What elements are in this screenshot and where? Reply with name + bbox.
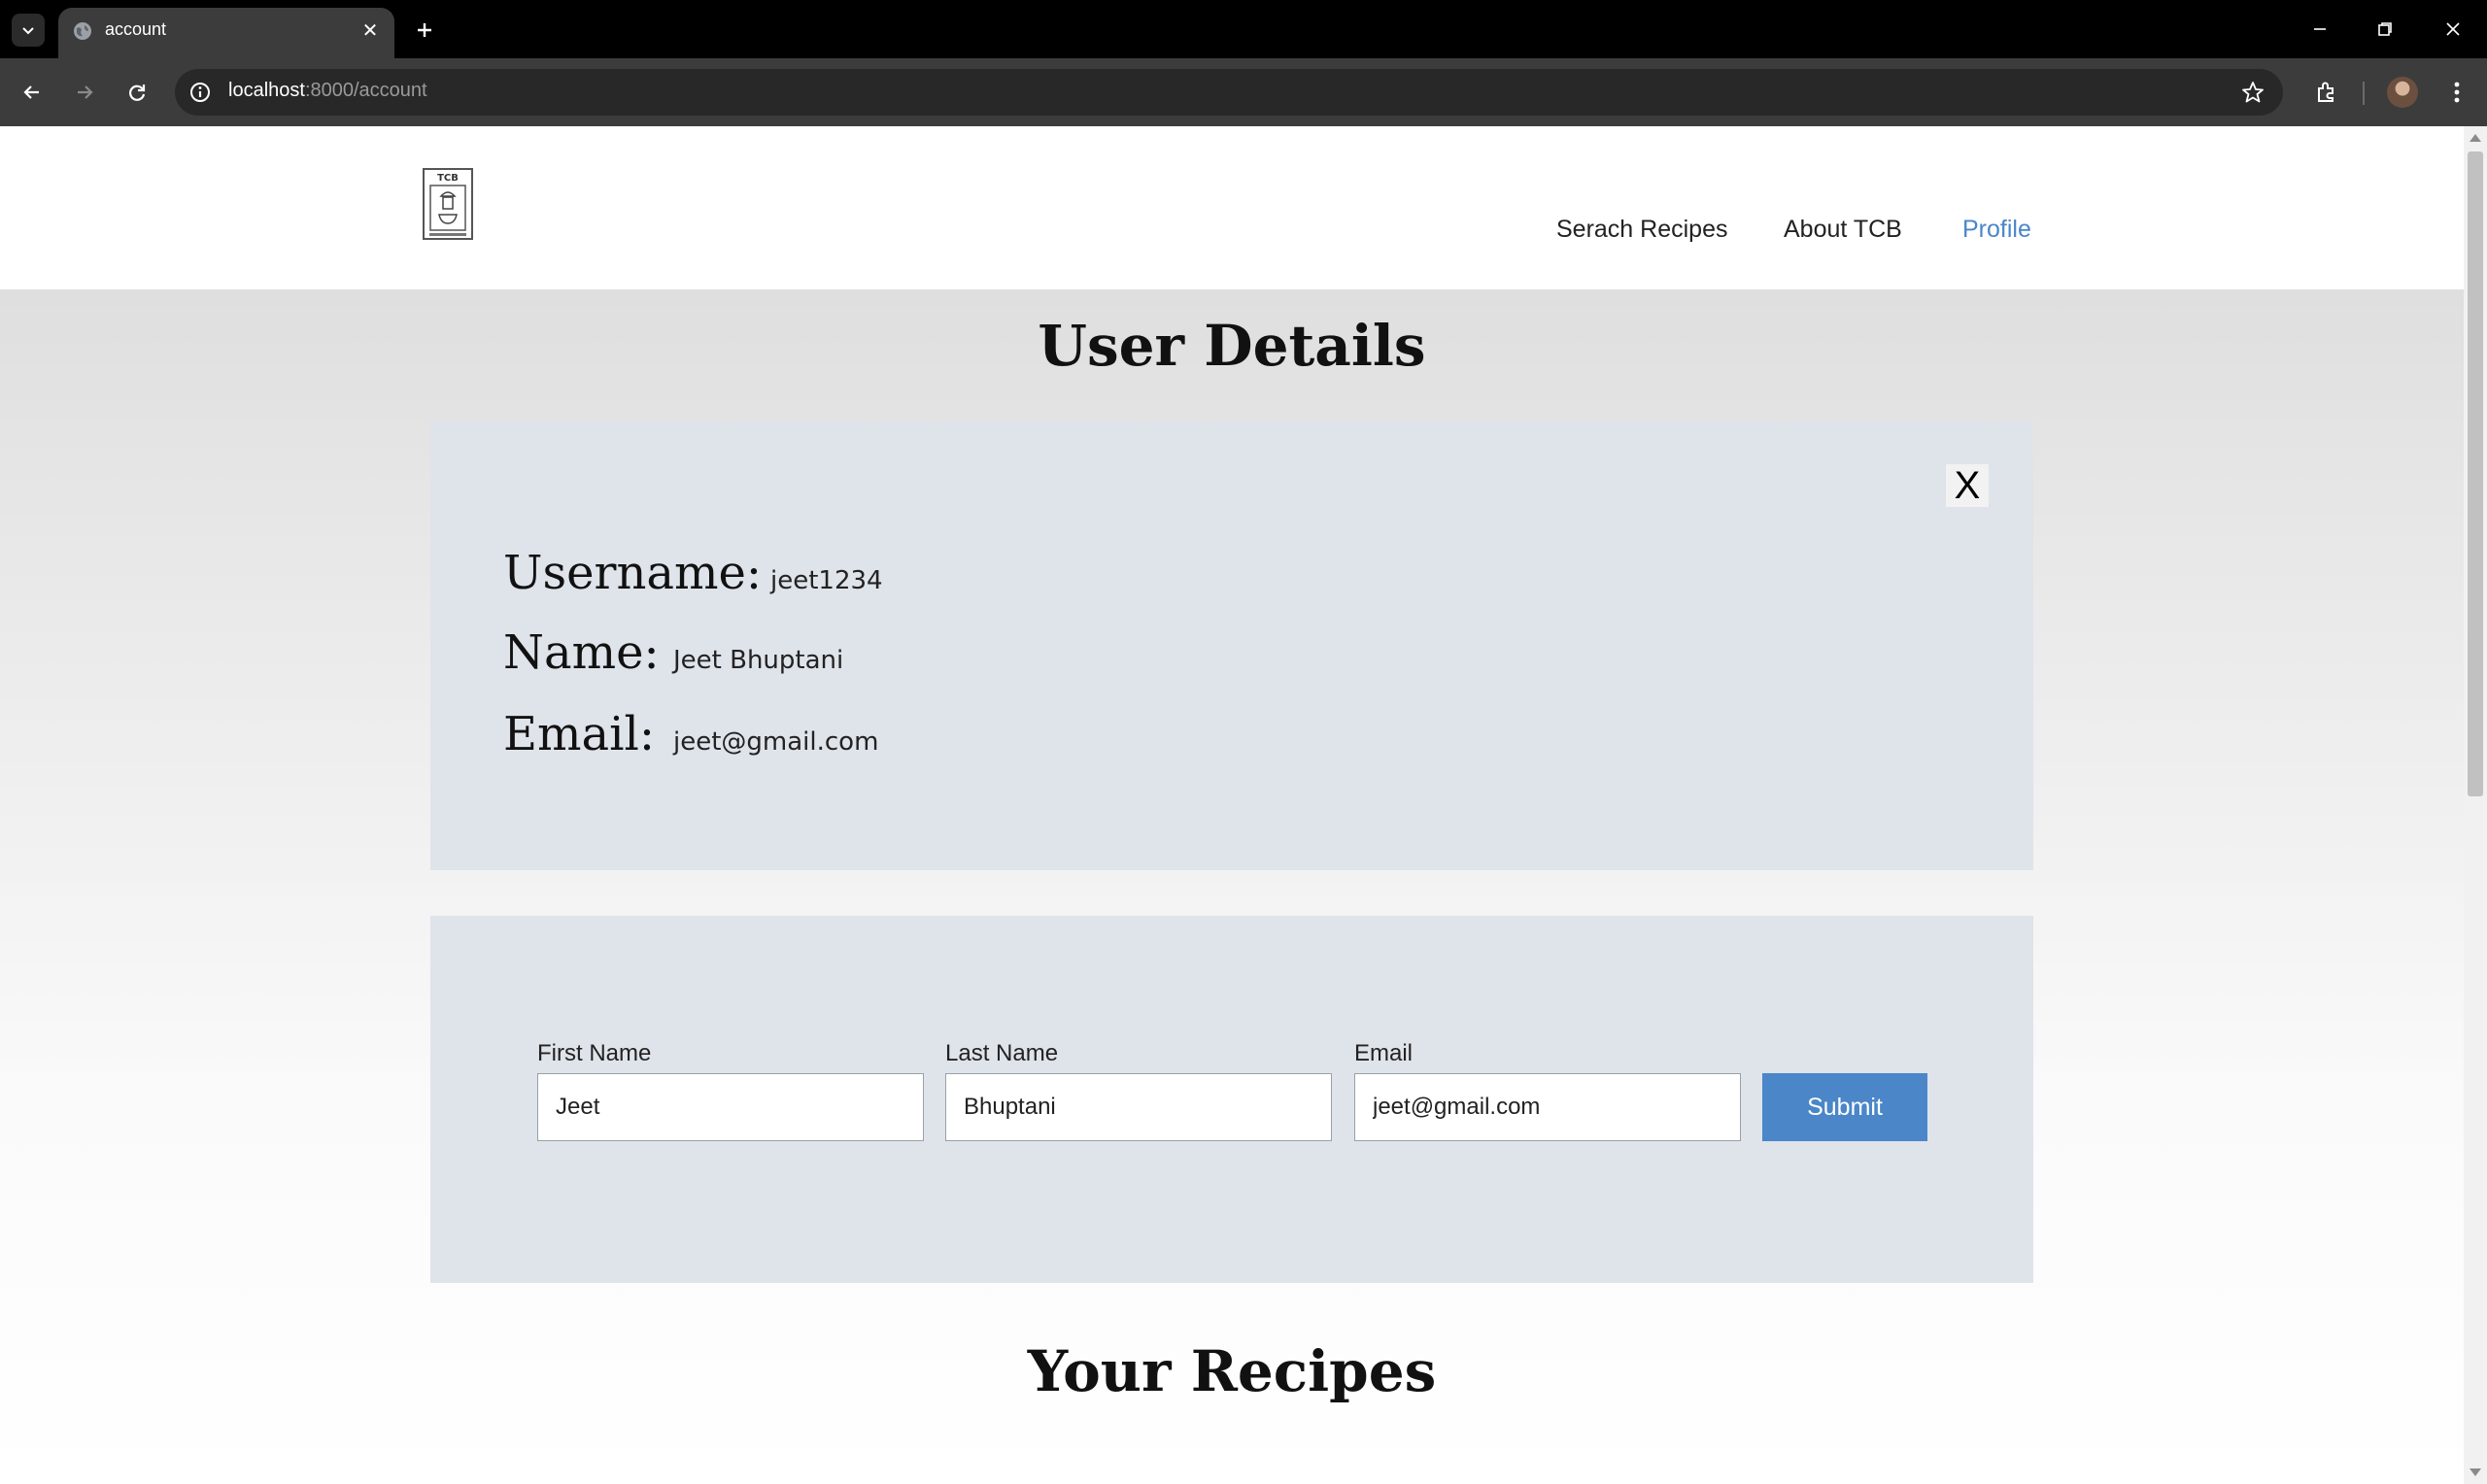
username-value: jeet1234 <box>770 566 883 595</box>
email-label: Email: <box>503 707 656 761</box>
extensions-puzzle-icon[interactable] <box>2308 74 2345 111</box>
globe-icon <box>74 22 91 40</box>
your-recipes-heading: Your Recipes <box>1027 1338 1437 1404</box>
name-label: Name: <box>503 625 660 680</box>
first-name-input[interactable] <box>537 1073 924 1141</box>
back-arrow-icon[interactable] <box>14 74 51 111</box>
tab-search-chevron-icon[interactable] <box>12 14 45 47</box>
restore-icon[interactable] <box>2356 8 2414 51</box>
page-viewport: TCB Serach Recipes About TCB Profile Use… <box>0 126 2464 1484</box>
scrollbar-thumb[interactable] <box>2468 152 2483 796</box>
nav-about-tcb[interactable]: About TCB <box>1784 216 1902 244</box>
address-bar[interactable]: localhost:8000/account <box>175 69 2283 116</box>
more-menu-icon[interactable] <box>2438 74 2475 111</box>
svg-text:TCB: TCB <box>437 173 459 184</box>
username-label: Username: <box>503 546 763 600</box>
browser-toolbar: localhost:8000/account <box>0 58 2487 126</box>
tcb-logo[interactable]: TCB <box>422 167 474 241</box>
email-field-label: Email <box>1354 1040 1414 1066</box>
url-text: localhost:8000/account <box>228 80 427 101</box>
edit-profile-form: First Name Last Name Email Submit <box>430 916 2033 1283</box>
name-value: Jeet Bhuptani <box>673 646 844 675</box>
tab-title: account <box>105 19 167 39</box>
close-details-button[interactable]: X <box>1946 464 1989 507</box>
profile-avatar[interactable] <box>2387 77 2418 108</box>
last-name-input[interactable] <box>945 1073 1332 1141</box>
reload-icon[interactable] <box>119 74 155 111</box>
window-close-icon[interactable] <box>2424 8 2482 51</box>
user-details-panel: X Username: jeet1234 Name: Jeet Bhuptani… <box>430 422 2033 870</box>
page-scrollbar[interactable] <box>2464 126 2487 1484</box>
email-value: jeet@gmail.com <box>673 727 879 757</box>
username-row: Username: jeet1234 <box>503 546 883 600</box>
email-row: Email: jeet@gmail.com <box>503 707 878 761</box>
last-name-label: Last Name <box>945 1040 1059 1066</box>
nav-search-recipes[interactable]: Serach Recipes <box>1556 216 1727 244</box>
nav-profile[interactable]: Profile <box>1962 216 2031 244</box>
scroll-up-arrow-icon[interactable] <box>2470 134 2481 142</box>
name-row: Name: Jeet Bhuptani <box>503 625 843 680</box>
site-info-icon[interactable] <box>188 81 212 104</box>
minimize-icon[interactable] <box>2291 8 2349 51</box>
forward-arrow-icon[interactable] <box>66 74 103 111</box>
bookmark-star-icon[interactable] <box>2240 80 2266 105</box>
submit-button[interactable]: Submit <box>1762 1073 1927 1141</box>
scroll-down-arrow-icon[interactable] <box>2470 1468 2481 1476</box>
user-details-heading: User Details <box>1038 313 1426 379</box>
tab-close-icon[interactable]: ✕ <box>358 17 383 43</box>
toolbar-divider <box>2363 82 2365 105</box>
browser-tab[interactable]: account ✕ <box>58 8 394 58</box>
browser-titlebar: account ✕ <box>0 0 2487 58</box>
new-tab-plus-icon[interactable] <box>408 14 441 47</box>
email-input[interactable] <box>1354 1073 1741 1141</box>
site-header: TCB Serach Recipes About TCB Profile <box>0 126 2464 289</box>
first-name-label: First Name <box>537 1040 652 1066</box>
